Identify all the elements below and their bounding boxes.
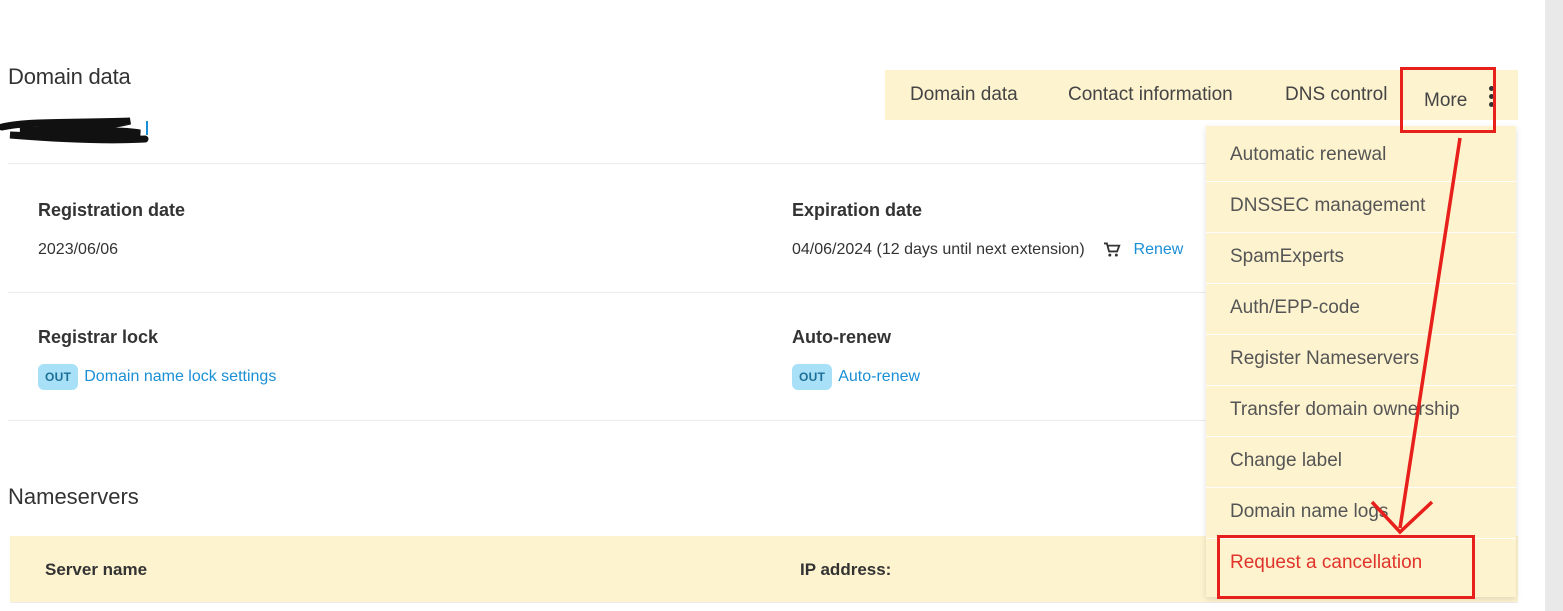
column-ip-address: IP address: [800,560,892,579]
menu-item-auth-epp-code[interactable]: Auth/EPP-code [1230,297,1360,319]
auto-renew-label: Auto-renew [792,327,891,347]
auto-renew-link[interactable]: Auto-renew [838,368,920,385]
page-title: Domain data [8,64,131,89]
menu-item-change-label[interactable]: Change label [1230,450,1342,472]
menu-item-domain-name-logs[interactable]: Domain name logs [1230,501,1388,523]
menu-item-register-nameservers[interactable]: Register Nameservers [1230,348,1419,370]
divider [8,292,1208,293]
domain-lock-settings-link[interactable]: Domain name lock settings [84,368,276,385]
column-server-name: Server name [45,560,148,579]
tab-domain-data[interactable]: Domain data [910,84,1018,106]
status-badge: OUT [792,364,833,390]
more-vertical-icon[interactable] [1489,86,1494,110]
tab-contact-information[interactable]: Contact information [1068,84,1233,106]
expiration-date-value: 04/06/2024 (12 days until next extension… [792,241,1085,258]
tab-dns-control[interactable]: DNS control [1285,84,1387,106]
more-dropdown-menu: Automatic renewal DNSSEC management Spam… [1206,126,1516,597]
status-badge: OUT [38,364,79,390]
menu-item-dnssec-management[interactable]: DNSSEC management [1230,195,1425,217]
expiration-date-label: Expiration date [792,200,923,220]
divider [8,420,1208,421]
menu-item-spamexperts[interactable]: SpamExperts [1230,246,1344,268]
expiration-date-row: 04/06/2024 (12 days until next extension… [792,241,1183,259]
cart-icon[interactable] [1103,242,1121,258]
redaction-scribble [0,117,149,144]
menu-item-transfer-domain-ownership[interactable]: Transfer domain ownership [1230,399,1460,421]
divider [10,602,1518,603]
registration-date-label: Registration date [38,200,186,220]
domain-tabs: Domain data Contact information DNS cont… [885,70,1518,120]
page-scrollbar[interactable] [1545,0,1563,611]
nameservers-title: Nameservers [8,484,139,509]
menu-item-request-cancellation[interactable]: Request a cancellation [1230,552,1422,574]
registrar-lock-row: OUT Domain name lock settings [38,364,276,390]
renew-link[interactable]: Renew [1134,241,1184,258]
divider [8,163,1208,164]
menu-item-automatic-renewal[interactable]: Automatic renewal [1230,144,1386,166]
registration-date-value: 2023/06/06 [38,241,119,258]
tab-more[interactable]: More [1424,90,1467,112]
auto-renew-row: OUT Auto-renew [792,364,920,390]
registrar-lock-label: Registrar lock [38,327,159,347]
